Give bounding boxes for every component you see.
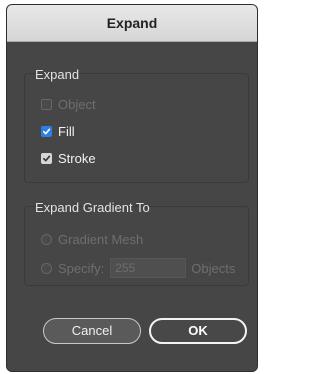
cancel-button[interactable]: Cancel: [43, 318, 141, 344]
gradient-mesh-radio: [41, 233, 52, 245]
gradient-mesh-label: Gradient Mesh: [58, 231, 144, 247]
expand-dialog: Expand Expand Object Fill Stroke Expand …: [6, 4, 258, 372]
checkmark-icon: [42, 128, 51, 134]
specify-objects-input: 255: [110, 258, 187, 278]
expand-group: Expand Object Fill Stroke: [24, 67, 249, 183]
dialog-title: Expand: [7, 5, 257, 42]
object-option: Object: [41, 95, 96, 113]
object-label: Object: [58, 96, 96, 112]
expand-gradient-group: Expand Gradient To Gradient Mesh Specify…: [24, 200, 249, 286]
specify-radio: [41, 262, 52, 274]
object-checkbox: [41, 98, 52, 110]
fill-label[interactable]: Fill: [58, 124, 75, 139]
stroke-label[interactable]: Stroke: [58, 151, 96, 166]
gradient-mesh-option: Gradient Mesh: [41, 230, 143, 248]
stroke-checkbox[interactable]: [41, 152, 52, 164]
ok-button[interactable]: OK: [149, 318, 247, 344]
expand-group-title: Expand: [35, 67, 80, 82]
fill-checkbox[interactable]: [41, 125, 52, 137]
specify-label: Specify:: [58, 260, 105, 276]
fill-option[interactable]: Fill: [41, 122, 75, 140]
expand-gradient-title: Expand Gradient To: [35, 200, 150, 215]
stroke-option[interactable]: Stroke: [41, 149, 96, 167]
checkmark-icon: [42, 155, 51, 161]
specify-option: Specify: 255 Objects: [41, 258, 236, 278]
objects-label: Objects: [191, 260, 236, 276]
